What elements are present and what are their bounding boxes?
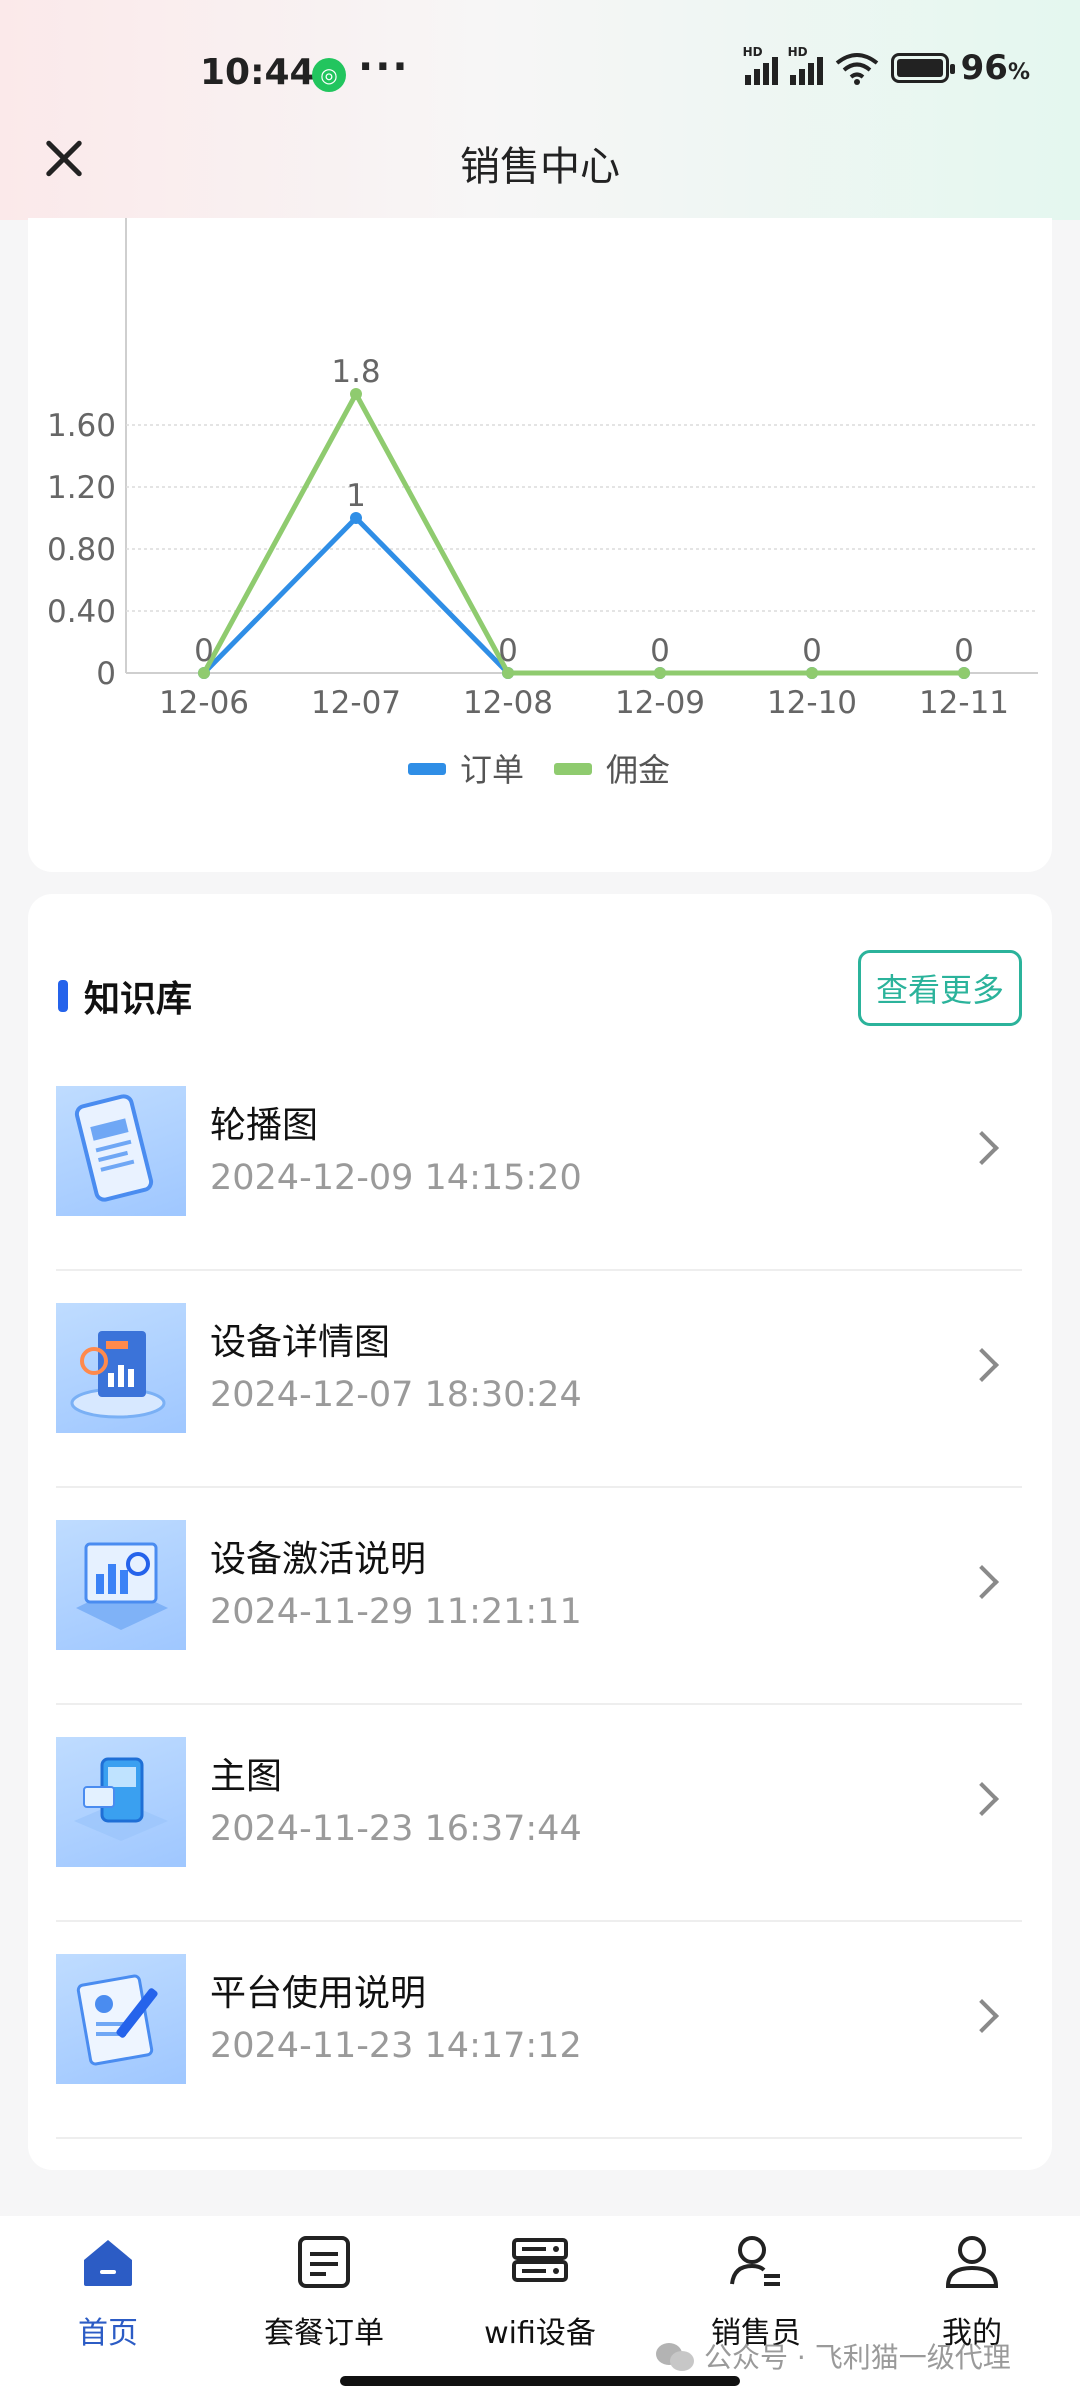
item-date: 2024-12-07 18:30:24	[210, 1375, 582, 1415]
device-thumbnail-icon	[56, 1737, 186, 1867]
tab-home[interactable]: 首页	[0, 2216, 216, 2356]
salesperson-icon	[730, 2236, 780, 2286]
data-label: 0	[194, 633, 214, 669]
data-label: 1.8	[331, 354, 380, 390]
y-tick-label: 1.60	[47, 408, 116, 444]
sales-chart-card: 0 0.40 0.80 1.20 1.60 12-06 12-07 12-08 12-09 12-…	[28, 218, 1052, 872]
document-thumbnail-icon	[56, 1086, 186, 1216]
home-indicator[interactable]	[340, 2376, 740, 2386]
knowledge-base-header: 知识库 查看更多	[58, 950, 1022, 1026]
tab-profile[interactable]: 我的	[864, 2216, 1080, 2356]
section-title: 知识库	[84, 979, 193, 1020]
status-time: 10:44	[200, 52, 315, 93]
hd-label: HD	[742, 45, 763, 59]
status-indicators: HD HD 96%	[743, 45, 1030, 88]
legend-label: 佣金	[606, 751, 670, 789]
series-line-订单	[202, 514, 964, 676]
tab-label: 首页	[78, 2316, 138, 2351]
status-bar: 10:44 ◎ ··· HD HD 96%	[0, 40, 1080, 110]
chevron-right-icon	[965, 1999, 999, 2033]
series-line-佣金	[201, 388, 964, 676]
data-label: 0	[650, 633, 670, 669]
item-date: 2024-12-09 14:15:20	[210, 1158, 582, 1198]
data-label: 0	[802, 633, 822, 669]
battery-percent: 96%	[960, 48, 1030, 88]
y-tick-label: 1.20	[47, 470, 116, 506]
item-date: 2024-11-23 14:17:12	[210, 2026, 582, 2066]
chevron-right-icon	[965, 1782, 999, 1816]
item-date: 2024-11-29 11:21:11	[210, 1592, 582, 1632]
page-title: 销售中心	[460, 144, 620, 190]
wechat-icon	[656, 2341, 696, 2371]
list-item[interactable]: 轮播图 2024-12-09 14:15:20	[56, 1054, 1022, 1271]
data-label: 1	[346, 478, 366, 514]
signal-icon: HD	[743, 45, 778, 85]
tab-label: wifi设备	[484, 2316, 596, 2351]
x-tick-label: 12-09	[615, 685, 705, 721]
knowledge-base-card: 知识库 查看更多 轮播图 2024-12-09 14:15:20 设备详情图 2…	[28, 894, 1052, 2170]
x-tick-label: 12-10	[767, 685, 857, 721]
legend-swatch	[554, 763, 592, 775]
dashboard-thumbnail-icon	[56, 1520, 186, 1650]
signal-icon: HD	[788, 45, 823, 85]
knowledge-list: 轮播图 2024-12-09 14:15:20 设备详情图 2024-12-07…	[56, 1054, 1022, 2139]
analytics-thumbnail-icon	[56, 1303, 186, 1433]
list-item[interactable]: 平台使用说明 2024-11-23 14:17:12	[56, 1922, 1022, 2139]
x-tick-label: 12-11	[919, 685, 1009, 721]
y-tick-label: 0.80	[47, 532, 116, 568]
chevron-right-icon	[965, 1131, 999, 1165]
wifi-device-icon	[512, 2238, 568, 2282]
tab-label: 套餐订单	[264, 2316, 384, 2351]
battery-icon	[890, 53, 955, 83]
item-title: 设备激活说明	[210, 1539, 427, 1580]
watermark: 公众号 · 飞利猫一级代理	[656, 2336, 1011, 2376]
list-item[interactable]: 主图 2024-11-23 16:37:44	[56, 1705, 1022, 1922]
item-title: 平台使用说明	[210, 1973, 427, 2014]
edit-document-thumbnail-icon	[56, 1954, 186, 2084]
x-tick-label: 12-06	[159, 685, 249, 721]
list-item[interactable]: 设备激活说明 2024-11-29 11:21:11	[56, 1488, 1022, 1705]
section-accent-bar	[58, 980, 68, 1012]
order-list-icon	[298, 2236, 350, 2288]
data-label: 0	[954, 633, 974, 669]
view-more-button[interactable]: 查看更多	[858, 950, 1022, 1026]
hd-label: HD	[787, 45, 808, 59]
tab-package-orders[interactable]: 套餐订单	[216, 2216, 432, 2356]
tab-salesperson[interactable]: 销售员	[648, 2216, 864, 2356]
sales-line-chart: 0 0.40 0.80 1.20 1.60 12-06 12-07 12-08 12-09 12-…	[47, 218, 1038, 789]
item-title: 主图	[210, 1756, 283, 1797]
wifi-icon	[835, 53, 878, 85]
y-tick-label: 0.40	[47, 594, 116, 630]
item-title: 设备详情图	[210, 1322, 391, 1363]
data-label: 0	[498, 633, 518, 669]
tab-wifi-devices[interactable]: wifi设备	[432, 2216, 648, 2356]
item-title: 轮播图	[210, 1105, 319, 1146]
legend-label: 订单	[460, 751, 524, 789]
chevron-right-icon	[965, 1565, 999, 1599]
x-tick-label: 12-08	[463, 685, 553, 721]
navigation-bar: 销售中心	[0, 120, 1080, 200]
legend-swatch	[408, 763, 446, 775]
app-notification-icon: ◎	[312, 58, 346, 92]
item-date: 2024-11-23 16:37:44	[210, 1809, 582, 1849]
watermark-text: 公众号 · 飞利猫一级代理	[704, 2341, 1011, 2374]
status-more-icon: ···	[358, 44, 410, 90]
chevron-right-icon	[965, 1348, 999, 1382]
x-tick-label: 12-07	[311, 685, 401, 721]
profile-icon	[945, 2236, 999, 2288]
list-item[interactable]: 设备详情图 2024-12-07 18:30:24	[56, 1271, 1022, 1488]
home-icon	[84, 2240, 132, 2286]
y-tick-label: 0	[96, 656, 116, 692]
